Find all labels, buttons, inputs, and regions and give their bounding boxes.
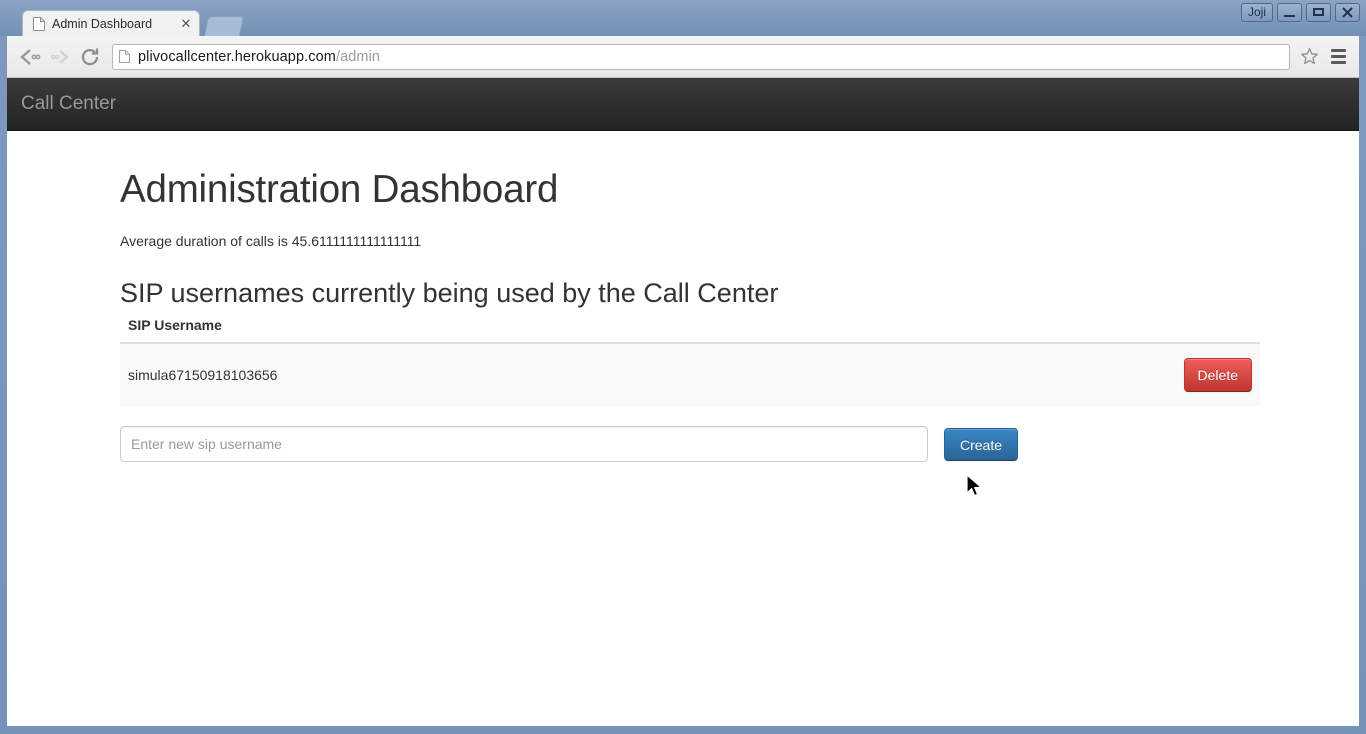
title-bar: Admin Dashboard ✕ Joji <box>0 0 1366 37</box>
browser-tab[interactable]: Admin Dashboard ✕ <box>22 10 200 36</box>
page-container: Administration Dashboard Average duratio… <box>7 168 1359 463</box>
sip-usernames-table: SIP Username simula67150918103656 Delete <box>120 309 1260 407</box>
browser-menu-icon[interactable] <box>1325 44 1351 70</box>
table-header-row: SIP Username <box>120 309 1260 345</box>
table-head: SIP Username <box>120 309 1260 345</box>
table-row: simula67150918103656 Delete <box>120 342 1260 407</box>
url-host: plivocallcenter.herokuapp.com <box>138 48 336 65</box>
average-duration-text: Average duration of calls is 45.61111111… <box>120 233 422 250</box>
create-sip-form: Create <box>120 426 1260 463</box>
section-title: SIP usernames currently being used by th… <box>120 278 779 309</box>
address-bar[interactable]: plivocallcenter.herokuapp.com/admin <box>112 43 1290 70</box>
page-icon <box>33 16 45 31</box>
new-tab-button[interactable] <box>203 16 245 37</box>
page-title: Administration Dashboard <box>120 168 559 211</box>
back-button[interactable] <box>15 42 45 72</box>
maximize-button[interactable] <box>1306 3 1331 22</box>
bookmark-star-icon[interactable] <box>1297 45 1321 69</box>
browser-toolbar: plivocallcenter.herokuapp.com/admin <box>7 36 1359 78</box>
tab-title: Admin Dashboard <box>52 16 153 31</box>
cell-actions: Delete <box>1124 342 1260 407</box>
url-text: plivocallcenter.herokuapp.com/admin <box>138 49 380 65</box>
window-controls: Joji <box>1241 3 1360 22</box>
window-app-label: Joji <box>1241 3 1273 22</box>
column-header-actions <box>1124 309 1260 345</box>
browser-window: Admin Dashboard ✕ Joji plivocallcenter.h… <box>0 0 1366 734</box>
site-navbar: Call Center <box>7 78 1359 131</box>
create-button[interactable]: Create <box>944 427 1019 461</box>
close-tab-icon[interactable]: ✕ <box>179 17 193 31</box>
close-window-button[interactable] <box>1335 3 1360 22</box>
cell-sip-username: simula67150918103656 <box>120 342 1124 407</box>
navbar-brand[interactable]: Call Center <box>7 78 116 130</box>
table-body: simula67150918103656 Delete <box>120 342 1260 407</box>
reload-button[interactable] <box>75 42 105 72</box>
forward-button <box>45 42 75 72</box>
page-info-icon[interactable] <box>119 50 130 63</box>
page-viewport: Call Center Administration Dashboard Ave… <box>7 78 1359 726</box>
url-path: /admin <box>335 48 381 65</box>
new-sip-username-input[interactable] <box>120 426 928 463</box>
column-header-sip-username: SIP Username <box>120 309 1124 345</box>
minimize-button[interactable] <box>1277 3 1302 22</box>
delete-button[interactable]: Delete <box>1183 358 1252 393</box>
